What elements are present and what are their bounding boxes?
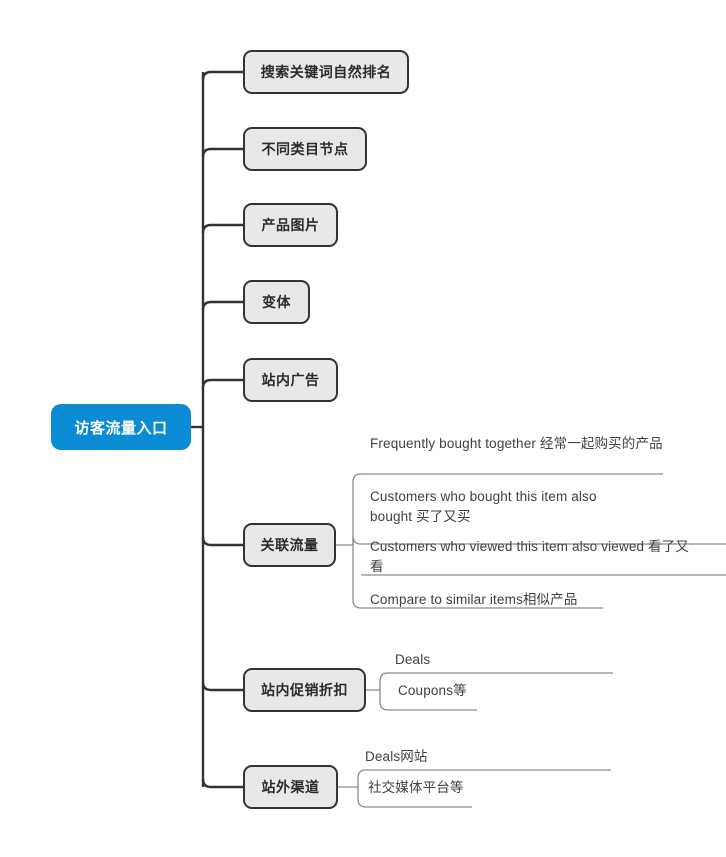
elbow-1 [201, 70, 243, 81]
elbow-5 [201, 378, 243, 389]
branch-node-category-nodes[interactable]: 不同类目节点 [243, 127, 367, 171]
elbow-8 [201, 778, 243, 789]
branch-node-product-images[interactable]: 产品图片 [243, 203, 338, 247]
branch-node-onsite-ads[interactable]: 站内广告 [243, 358, 338, 402]
branch-node-label: 产品图片 [261, 217, 320, 233]
branch-node-label: 变体 [262, 294, 291, 310]
branch-node-related-traffic[interactable]: 关联流量 [243, 523, 336, 567]
leaf-deals[interactable]: Deals [395, 650, 595, 670]
branch-node-offsite-channels[interactable]: 站外渠道 [243, 765, 338, 809]
leaf-deals-websites[interactable]: Deals网站 [365, 747, 565, 767]
elbow-6 [201, 536, 243, 547]
elbow-3 [201, 223, 243, 234]
branch-node-label: 关联流量 [260, 537, 319, 553]
branch-node-label: 站外渠道 [261, 779, 320, 795]
leaf-frequently-bought-together[interactable]: Frequently bought together 经常一起购买的产品 [370, 434, 670, 454]
leaf-customers-also-viewed[interactable]: Customers who viewed this item also view… [370, 537, 690, 577]
branch-node-label: 站内促销折扣 [261, 682, 348, 698]
root-node-label: 访客流量入口 [74, 419, 168, 437]
branch-node-label: 搜索关键词自然排名 [260, 64, 392, 80]
branch-node-label: 站内广告 [261, 372, 320, 388]
branch-node-onsite-promotions[interactable]: 站内促销折扣 [243, 668, 366, 712]
root-node[interactable]: 访客流量入口 [51, 404, 191, 450]
branch-node-label: 不同类目节点 [261, 141, 349, 157]
elbow-2 [201, 147, 243, 158]
mind-map-canvas: 访客流量入口 搜索关键词自然排名 不同类目节点 产品图片 变体 站内广告 关联流… [0, 0, 726, 857]
leaf-social-media-platforms[interactable]: 社交媒体平台等 [368, 778, 568, 798]
leaf-coupons[interactable]: Coupons等 [398, 681, 598, 701]
leaf-compare-similar-items[interactable]: Compare to similar items相似产品 [370, 590, 670, 610]
leaf-customers-also-bought[interactable]: Customers who bought this item also boug… [370, 487, 638, 527]
branch-node-search-ranking[interactable]: 搜索关键词自然排名 [243, 50, 409, 94]
elbow-7 [201, 681, 243, 692]
branch-node-variations[interactable]: 变体 [243, 280, 310, 324]
elbow-4 [201, 300, 243, 311]
